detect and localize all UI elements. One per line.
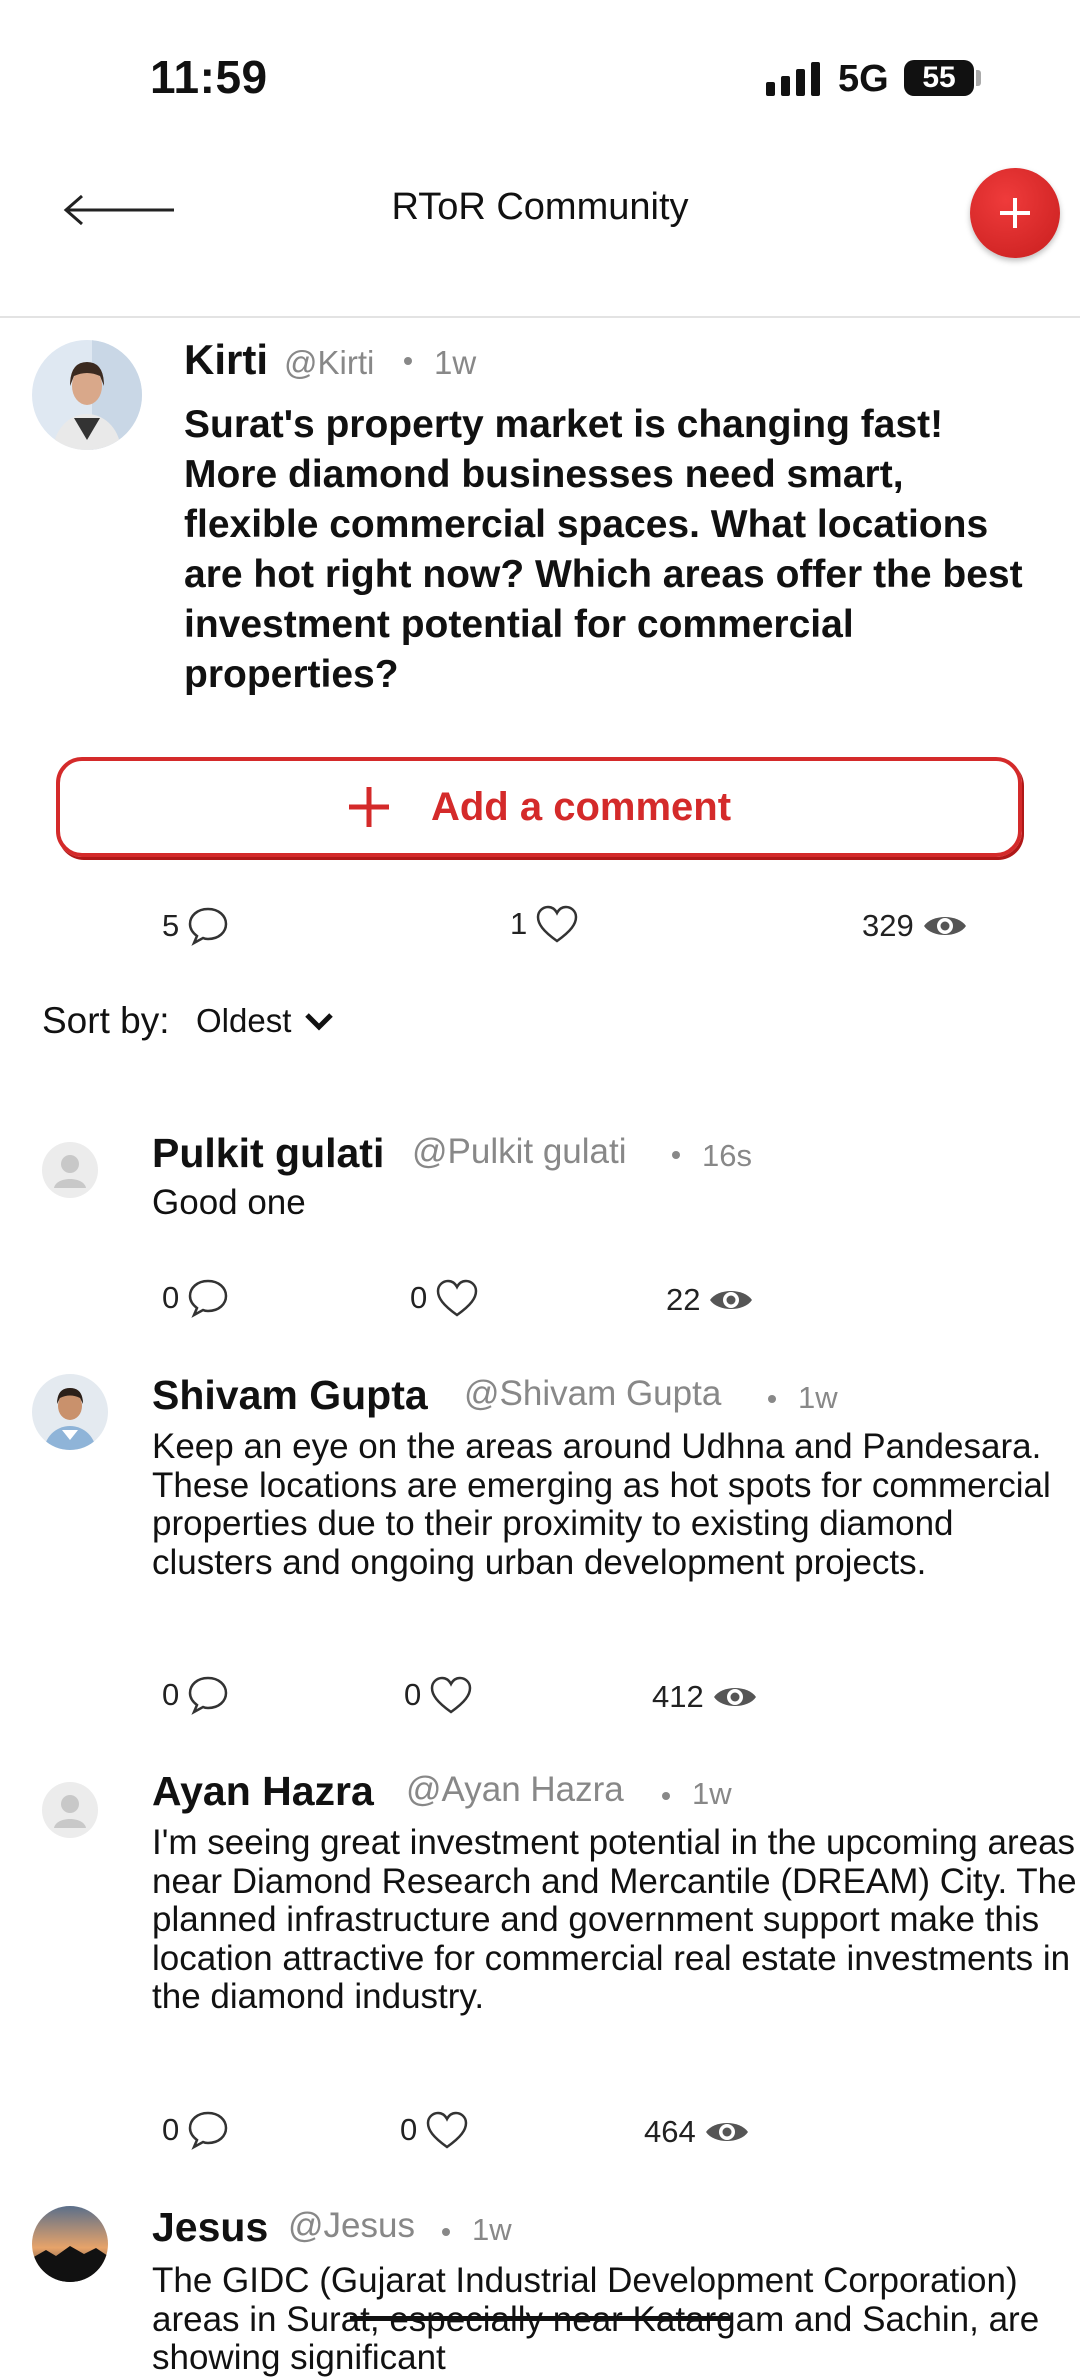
arrow-left-icon xyxy=(63,194,174,226)
comment-likes-stat[interactable]: 0 xyxy=(404,1675,473,1715)
comment-handle: @Ayan Hazra xyxy=(406,1770,624,1809)
comment-handle: @Pulkit gulati xyxy=(412,1132,627,1171)
likes-count: 0 xyxy=(404,1677,422,1712)
post-views-stat: 329 xyxy=(862,908,968,944)
avatar[interactable] xyxy=(42,1142,98,1198)
comment-views-stat: 412 xyxy=(652,1679,758,1715)
likes-count: 0 xyxy=(410,1280,428,1315)
comment-body: Keep an eye on the areas around Udhna an… xyxy=(152,1427,1051,1582)
post-handle: @Kirti xyxy=(284,344,375,381)
heart-icon xyxy=(536,905,578,943)
avatar[interactable] xyxy=(32,1374,108,1450)
comment-author[interactable]: Jesus xyxy=(152,2204,268,2251)
comment-handle: @Jesus xyxy=(288,2206,415,2245)
comment-views-stat: 22 xyxy=(666,1282,754,1318)
text-strike-line xyxy=(350,2316,730,2321)
replies-count: 0 xyxy=(162,2112,180,2147)
comment-likes-stat[interactable]: 0 xyxy=(400,2110,469,2150)
comment-time: 16s xyxy=(702,1138,752,1173)
views-count: 464 xyxy=(644,2114,696,2149)
separator-dot xyxy=(672,1151,680,1159)
comment-handle: @Shivam Gupta xyxy=(464,1374,722,1413)
add-comment-label: Add a comment xyxy=(430,784,732,829)
speech-bubble-icon xyxy=(188,2111,228,2150)
battery-level: 55 xyxy=(922,61,956,94)
post-comments-stat[interactable]: 5 xyxy=(162,906,229,946)
likes-count: 1 xyxy=(510,906,528,941)
post-author[interactable]: Kirti xyxy=(184,336,268,384)
header-divider xyxy=(0,316,1080,318)
sort-dropdown[interactable]: Oldest xyxy=(196,1002,335,1040)
comment-body: Good one xyxy=(152,1183,306,1222)
avatar[interactable] xyxy=(42,1782,98,1838)
eye-icon xyxy=(710,1291,753,1309)
replies-count: 0 xyxy=(162,1280,180,1315)
sort-value: Oldest xyxy=(196,1002,292,1039)
comment-author[interactable]: Pulkit gulati xyxy=(152,1130,384,1177)
speech-bubble-icon xyxy=(188,907,228,946)
comment-replies-stat[interactable]: 0 xyxy=(162,1675,229,1715)
comment-time: 1w xyxy=(472,2212,512,2247)
heart-icon xyxy=(430,1676,472,1714)
back-button[interactable] xyxy=(60,186,180,226)
comment-views-stat: 464 xyxy=(644,2114,750,2150)
status-time: 11:59 xyxy=(150,51,268,103)
replies-count: 0 xyxy=(162,1677,180,1712)
separator-dot xyxy=(442,2228,450,2236)
signal-icon xyxy=(766,60,820,96)
eye-icon xyxy=(713,1688,756,1706)
separator-dot xyxy=(404,357,412,365)
chevron-down-icon xyxy=(305,1013,334,1031)
likes-count: 0 xyxy=(400,2112,418,2147)
eye-icon xyxy=(705,2123,748,2141)
comment-replies-stat[interactable]: 0 xyxy=(162,2110,229,2150)
views-count: 22 xyxy=(666,1282,701,1317)
sort-label: Sort by: xyxy=(42,1000,170,1041)
comment-time: 1w xyxy=(692,1776,732,1811)
battery-tip xyxy=(976,70,981,86)
battery-icon: 55 xyxy=(904,60,974,96)
avatar[interactable] xyxy=(32,2206,108,2282)
speech-bubble-icon xyxy=(188,1279,228,1318)
views-count: 412 xyxy=(652,1679,704,1714)
separator-dot xyxy=(662,1792,670,1800)
post-time: 1w xyxy=(434,344,477,381)
comment-author[interactable]: Shivam Gupta xyxy=(152,1372,428,1419)
post-body: Surat's property market is changing fast… xyxy=(184,403,1023,696)
comments-count: 5 xyxy=(162,908,180,943)
comment-time: 1w xyxy=(798,1380,838,1415)
views-count: 329 xyxy=(862,908,914,943)
new-post-button[interactable] xyxy=(970,168,1060,258)
heart-icon xyxy=(436,1279,478,1317)
comment-likes-stat[interactable]: 0 xyxy=(410,1278,479,1318)
comment-author[interactable]: Ayan Hazra xyxy=(152,1768,374,1815)
heart-icon xyxy=(426,2111,468,2149)
post-likes-stat[interactable]: 1 xyxy=(510,904,579,944)
comment-replies-stat[interactable]: 0 xyxy=(162,1278,229,1318)
network-label: 5G xyxy=(838,58,889,100)
user-placeholder-icon xyxy=(54,1155,86,1188)
add-comment-button[interactable]: Add a comment xyxy=(56,757,1022,857)
eye-icon xyxy=(923,917,966,935)
speech-bubble-icon xyxy=(188,1676,228,1715)
comment-body: I'm seeing great investment potential in… xyxy=(152,1823,1077,2016)
plus-icon xyxy=(348,787,389,827)
separator-dot xyxy=(768,1395,776,1403)
plus-icon xyxy=(1000,198,1030,228)
user-placeholder-icon xyxy=(54,1795,86,1828)
avatar[interactable] xyxy=(32,340,142,450)
